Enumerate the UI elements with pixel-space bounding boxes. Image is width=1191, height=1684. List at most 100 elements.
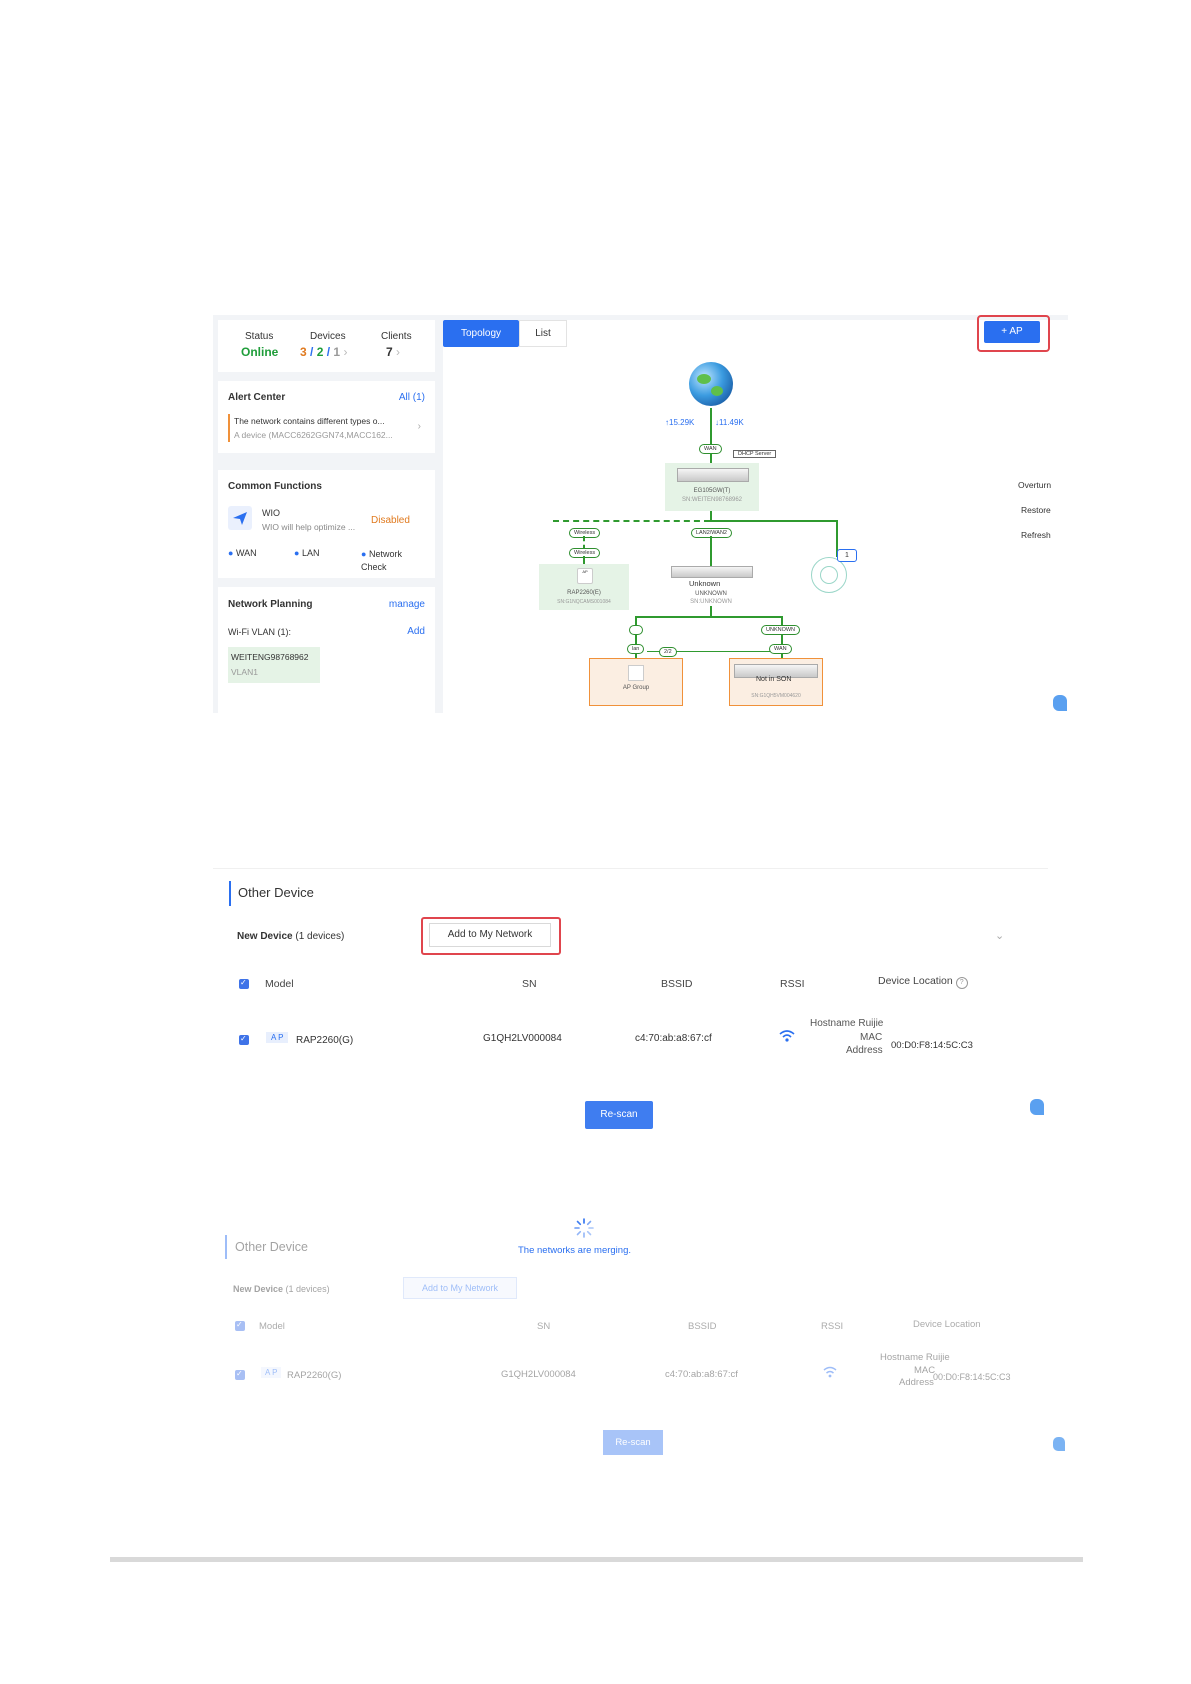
header-rssi: RSSI bbox=[780, 978, 805, 990]
not-in-son-sn: SN:G1QH5VM004620 bbox=[751, 693, 801, 699]
rescan-button[interactable]: Re-scan bbox=[603, 1430, 663, 1455]
alert-line-1[interactable]: The network contains different types o..… bbox=[234, 416, 385, 426]
header-device-location: Device Location ? bbox=[878, 975, 968, 989]
chevron-right-icon: › bbox=[396, 345, 401, 359]
clients-value: 7 bbox=[386, 345, 393, 359]
ap-count-badge: 1 bbox=[837, 549, 857, 562]
lan-function[interactable]: ● LAN bbox=[294, 548, 319, 558]
header-model: Model bbox=[265, 978, 294, 990]
common-functions-title: Common Functions bbox=[228, 481, 322, 492]
unknown-switch-node[interactable]: Unknown UNKNOWN SN:UNKNOWN bbox=[667, 566, 755, 606]
link-tag-small bbox=[629, 625, 643, 635]
loading-spinner-icon bbox=[574, 1218, 594, 1243]
alert-center-title: Alert Center bbox=[228, 392, 286, 403]
rap-node[interactable]: AP RAP2260(E) SN:G1NQCAMS001084 bbox=[539, 564, 629, 610]
support-chat-icon[interactable] bbox=[1053, 1437, 1065, 1451]
refresh-button[interactable]: Refresh bbox=[1021, 530, 1051, 540]
support-chat-icon[interactable] bbox=[1030, 1099, 1044, 1115]
dhcp-tag: DHCP Server bbox=[733, 450, 777, 458]
alert-line-2: A device (MACC6262GGN74,MACC162... bbox=[234, 430, 393, 440]
not-in-son-label: Not in SON bbox=[756, 676, 792, 683]
unknown-tag: UNKNOWN bbox=[761, 625, 801, 635]
row-checkbox[interactable] bbox=[239, 1034, 249, 1045]
other-device-title: Other Device bbox=[238, 885, 314, 900]
switch-icon bbox=[671, 566, 753, 578]
ap-type-tag: A P bbox=[266, 1032, 289, 1043]
wio-label: WIO bbox=[262, 508, 280, 518]
collapse-chevron-icon[interactable]: ⌄ bbox=[995, 929, 1004, 942]
unknown-model: UNKNOWN bbox=[695, 591, 727, 597]
alert-center-card: Alert Center All (1) The network contain… bbox=[218, 381, 435, 453]
download-rate: ↓11.49K bbox=[715, 418, 744, 427]
add-ap-button[interactable]: + AP bbox=[984, 321, 1040, 343]
wan-function[interactable]: ● WAN bbox=[228, 548, 257, 558]
footer-divider bbox=[110, 1557, 1083, 1562]
wifi-signal-icon bbox=[823, 1365, 837, 1383]
devices-label: Devices bbox=[310, 331, 346, 342]
wio-desc: WIO will help optimize ... bbox=[262, 522, 356, 532]
upload-rate: ↑15.29K bbox=[665, 418, 695, 427]
overturn-button[interactable]: Overturn bbox=[1018, 480, 1051, 490]
tab-topology[interactable]: Topology bbox=[443, 320, 519, 347]
other-device-title: Other Device bbox=[235, 1240, 308, 1254]
common-functions-card: Common Functions WIO WIO will help optim… bbox=[218, 470, 435, 578]
ap-group-node[interactable]: AP Group bbox=[589, 658, 683, 706]
row-mac-value: 00:D0:F8:14:5C:C3 bbox=[891, 1040, 973, 1051]
wio-icon bbox=[228, 506, 252, 530]
manage-link[interactable]: manage bbox=[389, 599, 425, 610]
other-device-screenshot: Other Device New Device (1 devices) Add … bbox=[213, 868, 1048, 1141]
add-to-my-network-button[interactable]: Add to My Network bbox=[429, 923, 551, 947]
wireless-link bbox=[553, 520, 710, 522]
clients-count[interactable]: 7 › bbox=[386, 345, 400, 359]
gateway-node[interactable]: EG105GW(T) SN:WEITEN98768962 bbox=[665, 463, 759, 511]
devices-count-a: 3 bbox=[300, 345, 307, 359]
vlan-box[interactable]: WEITENG98768962 VLAN1 bbox=[228, 647, 320, 683]
header-sn: SN bbox=[522, 978, 537, 990]
access-point-icon bbox=[628, 665, 644, 681]
section-marker bbox=[229, 881, 231, 906]
wifi-signal-icon bbox=[779, 1029, 795, 1048]
network-check-function[interactable]: ● Network Check bbox=[361, 548, 402, 574]
topology-screenshot: Status Online Devices 3 / 2 / 1 › Client… bbox=[213, 315, 1068, 713]
vlan-ssid: WEITENG98768962 bbox=[231, 652, 309, 662]
header-rssi: RSSI bbox=[821, 1321, 844, 1332]
wifi-vlan-label: Wi-Fi VLAN (1): bbox=[228, 627, 291, 637]
clients-label: Clients bbox=[381, 331, 412, 342]
header-device-location: Device Location bbox=[913, 1319, 981, 1330]
support-chat-icon[interactable] bbox=[1053, 695, 1067, 711]
status-value: Online bbox=[241, 345, 279, 359]
status-card: Status Online Devices 3 / 2 / 1 › Client… bbox=[218, 320, 435, 372]
alert-all-link[interactable]: All (1) bbox=[399, 392, 425, 403]
header-bssid: BSSID bbox=[661, 978, 693, 990]
unknown-sn: SN:UNKNOWN bbox=[690, 599, 732, 605]
row-mac-label-2: Address bbox=[846, 1045, 883, 1056]
internet-globe-icon bbox=[689, 362, 733, 406]
new-device-label: New Device (1 devices) bbox=[233, 1284, 330, 1294]
chevron-right-icon: › bbox=[343, 345, 348, 359]
shield-icon: ● bbox=[361, 549, 367, 559]
chevron-right-icon[interactable]: › bbox=[418, 421, 421, 432]
faded-content: Other Device New Device (1 devices) Add … bbox=[213, 1215, 1068, 1465]
ap-ceiling-icon[interactable] bbox=[811, 557, 847, 593]
select-all-checkbox[interactable] bbox=[239, 978, 249, 989]
wan-link bbox=[710, 408, 712, 445]
gateway-sn: SN:WEITEN98768962 bbox=[681, 497, 743, 503]
row-mac-label-1: MAC bbox=[860, 1032, 883, 1043]
rescan-button[interactable]: Re-scan bbox=[585, 1101, 653, 1129]
wan-tag-2: WAN bbox=[769, 644, 792, 654]
add-to-my-network-button[interactable]: Add to My Network bbox=[403, 1277, 517, 1299]
status-label: Status bbox=[245, 331, 274, 342]
devices-count-b: 2 bbox=[316, 345, 324, 359]
not-in-son-node[interactable]: Not in SON SN:G1QH5VM004620 bbox=[729, 658, 823, 706]
network-planning-card: Network Planning manage Wi-Fi VLAN (1): … bbox=[218, 587, 435, 713]
wio-status[interactable]: Disabled bbox=[371, 515, 410, 526]
devices-count[interactable]: 3 / 2 / 1 › bbox=[300, 345, 347, 359]
row-bssid: c4:70:ab:a8:67:cf bbox=[635, 1033, 712, 1044]
restore-button[interactable]: Restore bbox=[1021, 505, 1051, 515]
port-count-tag: 2/2 bbox=[659, 647, 677, 657]
tab-list[interactable]: List bbox=[519, 320, 567, 347]
add-vlan-link[interactable]: Add bbox=[407, 626, 425, 637]
gateway-model: EG105GW(T) bbox=[693, 488, 731, 494]
header-model: Model bbox=[259, 1321, 285, 1332]
router-icon bbox=[677, 468, 749, 482]
